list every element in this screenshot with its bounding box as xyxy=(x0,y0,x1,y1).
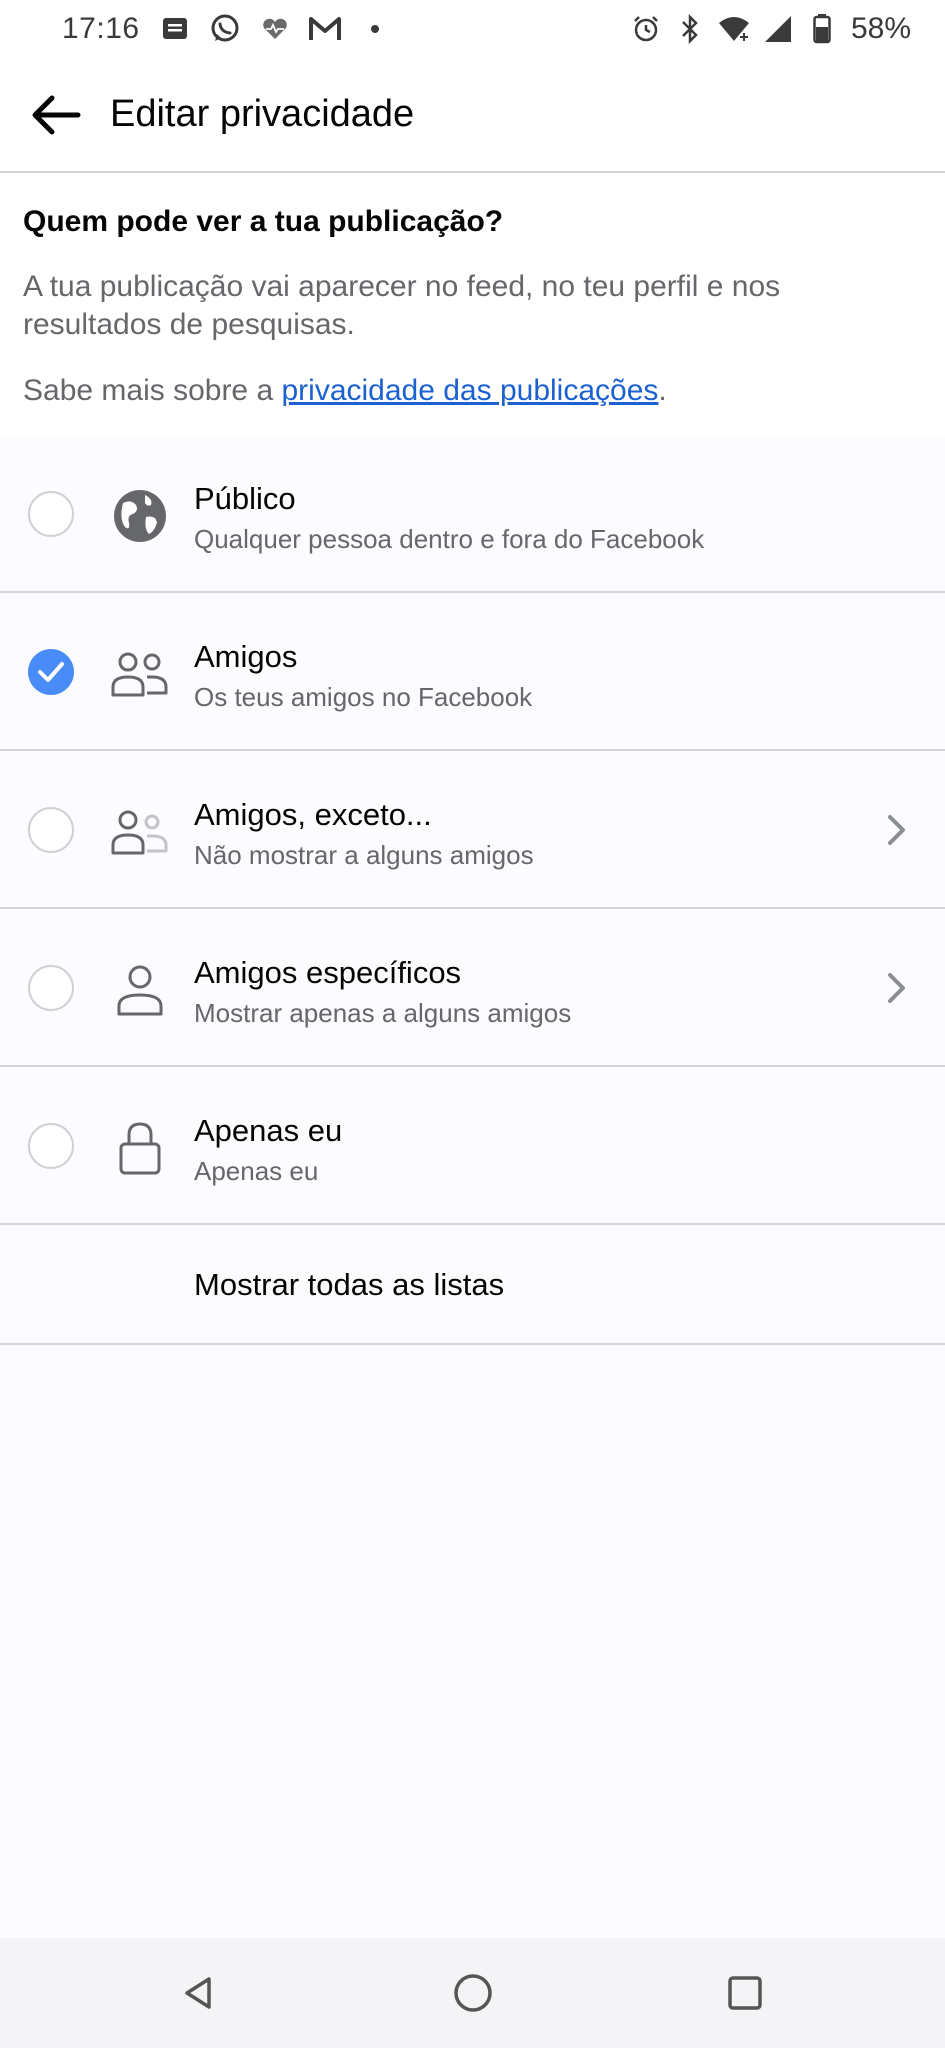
option-title: Apenas eu xyxy=(194,1113,343,1148)
radio-amigos-selected[interactable] xyxy=(28,649,74,695)
bluetooth-icon xyxy=(673,12,707,46)
option-title: Amigos, exceto... xyxy=(194,797,432,832)
nav-back-button[interactable] xyxy=(166,1960,232,2026)
page-title: Editar privacidade xyxy=(110,93,415,135)
battery-percentage: 58% xyxy=(850,12,911,45)
whatsapp-icon xyxy=(208,12,242,46)
option-title: Amigos xyxy=(194,639,298,674)
option-apenas-eu[interactable]: Apenas eu Apenas eu xyxy=(0,1067,945,1225)
privacy-link[interactable]: privacidade das publicações xyxy=(281,374,658,407)
person-icon xyxy=(108,961,172,1019)
status-time: 17:16 xyxy=(62,12,140,45)
home-circle-icon xyxy=(454,1974,492,2012)
dot-icon xyxy=(358,12,392,46)
heart-icon xyxy=(258,12,292,46)
option-amigos[interactable]: Amigos Os teus amigos no Facebook xyxy=(0,593,945,751)
nav-recents-button[interactable] xyxy=(712,1960,778,2026)
option-publico[interactable]: Público Qualquer pessoa dentro e fora do… xyxy=(0,435,945,593)
nav-home-button[interactable] xyxy=(440,1960,506,2026)
show-all-lists-button[interactable]: Mostrar todas as listas xyxy=(0,1225,945,1345)
battery-icon xyxy=(805,12,839,46)
recents-square-icon xyxy=(728,1976,762,2010)
back-button[interactable] xyxy=(0,57,112,172)
check-icon xyxy=(38,662,64,682)
status-bar: 17:16 58% xyxy=(0,0,945,58)
learn-more-prefix: Sabe mais sobre a xyxy=(23,374,282,407)
option-subtitle: Apenas eu xyxy=(194,1156,319,1186)
system-nav-bar xyxy=(0,1938,945,2048)
globe-icon xyxy=(108,487,172,545)
option-subtitle: Não mostrar a alguns amigos xyxy=(194,840,534,870)
friends-except-icon xyxy=(108,803,172,861)
wifi-icon xyxy=(717,12,751,46)
messages-icon xyxy=(158,12,192,46)
section-description: A tua publicação vai aparecer no feed, n… xyxy=(23,270,781,341)
learn-more-text: Sabe mais sobre a privacidade das public… xyxy=(23,374,667,408)
radio-amigos-especificos[interactable] xyxy=(28,965,74,1011)
alarm-icon xyxy=(629,12,663,46)
friends-icon xyxy=(108,645,172,703)
section-question: Quem pode ver a tua publicação? xyxy=(23,205,504,238)
back-triangle-icon xyxy=(185,1977,211,2009)
back-arrow-icon xyxy=(32,95,81,134)
chevron-right-icon xyxy=(875,808,919,852)
radio-amigos-exceto[interactable] xyxy=(28,807,74,853)
status-left: 17:16 xyxy=(62,12,392,46)
option-amigos-exceto[interactable]: Amigos, exceto... Não mostrar a alguns a… xyxy=(0,751,945,909)
option-subtitle: Mostrar apenas a alguns amigos xyxy=(194,998,572,1028)
radio-apenas-eu[interactable] xyxy=(28,1123,74,1169)
signal-icon xyxy=(761,12,795,46)
gmail-icon xyxy=(308,12,342,46)
radio-publico[interactable] xyxy=(28,491,74,537)
option-amigos-especificos[interactable]: Amigos específicos Mostrar apenas a algu… xyxy=(0,909,945,1067)
option-title: Amigos específicos xyxy=(194,955,462,990)
option-title: Público xyxy=(194,481,296,516)
intro-section: Quem pode ver a tua publicação? A tua pu… xyxy=(0,175,945,445)
privacy-options-list: Público Qualquer pessoa dentro e fora do… xyxy=(0,435,945,1345)
option-subtitle: Qualquer pessoa dentro e fora do Faceboo… xyxy=(194,524,705,554)
show-all-lists-label: Mostrar todas as listas xyxy=(194,1267,505,1302)
chevron-right-icon xyxy=(875,966,919,1010)
lock-icon xyxy=(108,1119,172,1177)
option-subtitle: Os teus amigos no Facebook xyxy=(194,682,533,712)
app-header: Editar privacidade xyxy=(0,58,945,173)
learn-more-suffix: . xyxy=(658,374,667,407)
status-right: 58% xyxy=(629,12,911,46)
